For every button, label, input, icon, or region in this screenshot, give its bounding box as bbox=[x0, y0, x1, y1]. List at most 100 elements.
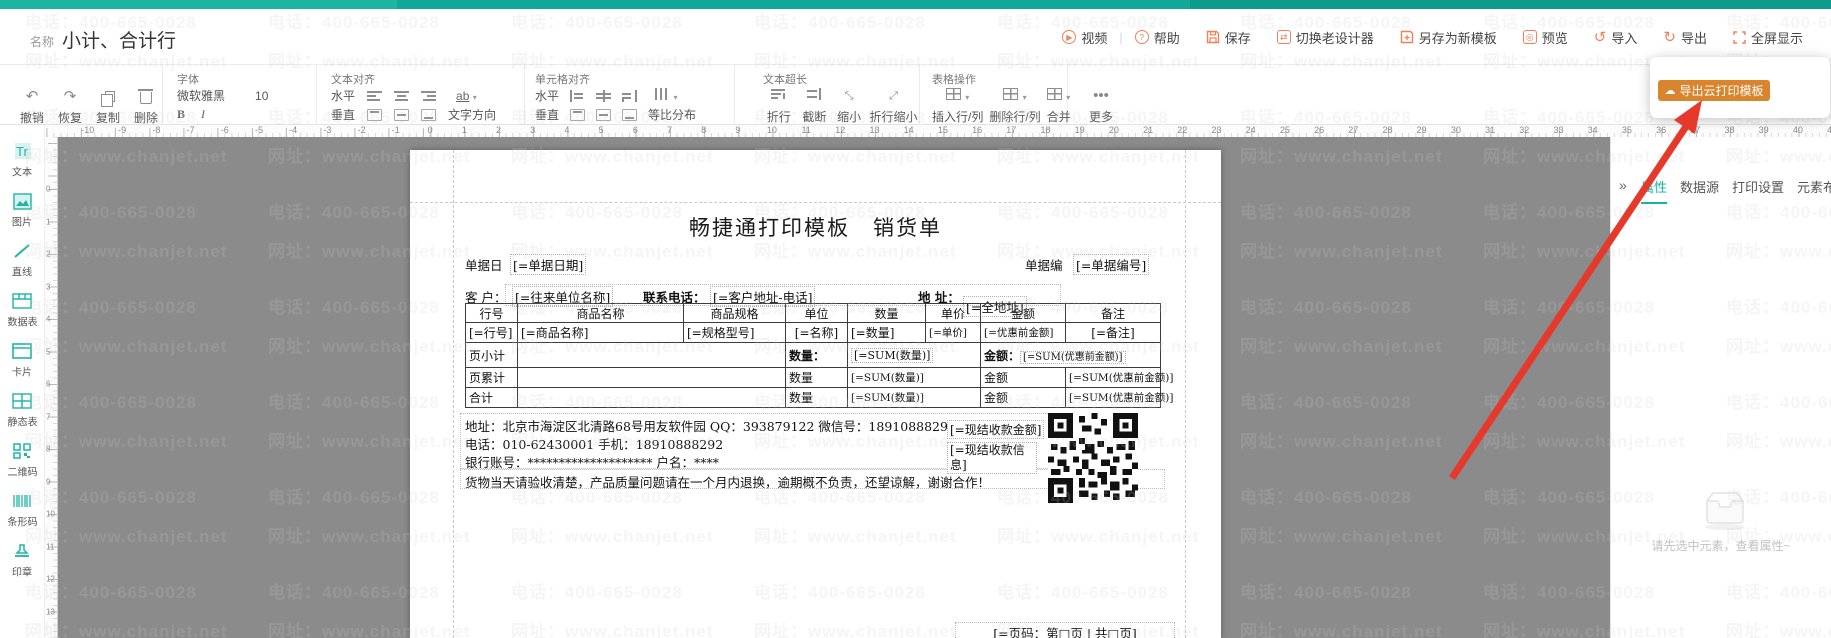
wrap-shrink-button[interactable]: ⤢ 折行缩小 bbox=[868, 86, 919, 125]
toolbar: ↶ ↷ 撤销 恢复 复制 删除 字体 微软雅黑 10 B I 文本对齐 水平 a… bbox=[0, 65, 1831, 125]
save-button[interactable]: 保存 bbox=[1206, 28, 1251, 47]
switch-designer-button[interactable]: ⇄ 切换老设计器 bbox=[1276, 28, 1374, 47]
fullscreen-button[interactable]: 全屏显示 bbox=[1733, 28, 1803, 47]
info-line-phone[interactable]: 电话：010-62430001 手机：18910888292 bbox=[465, 434, 723, 453]
qr-code[interactable] bbox=[1048, 413, 1138, 503]
clipboard-group: ↶ ↷ 撤销 恢复 复制 删除 bbox=[0, 65, 163, 126]
table-ops-title: 表格操作 bbox=[932, 74, 976, 86]
delete-label[interactable]: 删除 bbox=[134, 109, 158, 126]
notice-line[interactable]: 货物当天请验收清楚，产品质量问题请在一个月内退换，逾期概不负责，还望谅解，谢谢合… bbox=[465, 472, 990, 491]
undo-button[interactable]: ↶ bbox=[16, 87, 48, 107]
font-family-select[interactable]: 微软雅黑 bbox=[177, 87, 225, 104]
grand-total-row[interactable]: 合计 数量 [=SUM(数量)] 金额 [=SUM(优惠前金额)] bbox=[465, 387, 1173, 408]
template-page[interactable]: 畅捷通打印模板 销货单 单据日 [=单据日期] 单据编 [=单据编号] 客 户：… bbox=[410, 150, 1221, 638]
cell-align-center-icon[interactable] bbox=[596, 89, 612, 102]
insert-row-col-button[interactable]: ▾ 插入行/列 bbox=[932, 86, 983, 125]
redo-button[interactable]: ↷ bbox=[54, 87, 86, 107]
export-cloud-template-button[interactable]: ☁ 导出云打印模板 bbox=[1658, 80, 1770, 101]
table-header-row[interactable]: 行号 商品名称 商品规格 单位 数量 单价 金额 备注 bbox=[465, 303, 1161, 323]
card-icon bbox=[11, 341, 33, 361]
text-direction-button[interactable]: 文字方向 bbox=[448, 106, 496, 123]
empty-state-text: 请先选中元素，查看属性~ bbox=[1651, 539, 1791, 553]
truncate-button[interactable]: 截断 bbox=[799, 86, 831, 125]
doc-no-field[interactable]: [=单据编号] bbox=[1073, 254, 1150, 275]
cash-info-field[interactable]: [=现结收款信息] bbox=[947, 442, 1037, 474]
tool-stamp[interactable]: 印章 bbox=[11, 541, 33, 580]
tool-static-table[interactable]: 静态表 bbox=[6, 391, 39, 430]
cell-valign-top-icon[interactable] bbox=[570, 108, 586, 121]
tab-data-source[interactable]: 数据源 bbox=[1680, 177, 1719, 204]
delete-row-col-button[interactable]: ▾ 删除行/列 bbox=[989, 86, 1041, 125]
redo-label[interactable]: 恢复 bbox=[58, 109, 82, 126]
copy-icon bbox=[100, 91, 115, 107]
font-size-select[interactable]: 10 bbox=[255, 89, 268, 103]
valign-bottom-icon[interactable] bbox=[421, 108, 437, 121]
cell-valign-middle-icon[interactable] bbox=[596, 108, 612, 121]
tab-properties[interactable]: 属性 bbox=[1641, 177, 1668, 204]
save-as-new-button[interactable]: 另存为新模板 bbox=[1400, 28, 1497, 47]
table-data-row[interactable]: [=行号] [=商品名称] [=规格型号] [=名称] [=数量] [=单价] [=优… bbox=[465, 322, 1161, 343]
text-align-group: 文本对齐 水平 ab ▾ 垂直 文字方向 bbox=[317, 65, 525, 124]
align-left-icon[interactable] bbox=[367, 89, 383, 102]
fullscreen-icon bbox=[1733, 30, 1746, 44]
cell-align-h-label: 水平 bbox=[535, 89, 560, 103]
valign-top-icon[interactable] bbox=[367, 108, 383, 121]
export-button[interactable]: ↻ 导出 bbox=[1663, 28, 1707, 47]
cash-amount-field[interactable]: [=现结收款金额] bbox=[947, 420, 1045, 439]
collapse-panel-icon[interactable]: » bbox=[1619, 177, 1627, 193]
bold-button[interactable]: B bbox=[177, 107, 185, 122]
distribute-label[interactable]: 等比分布 bbox=[648, 106, 696, 123]
doc-no-label[interactable]: 单据编 bbox=[1025, 255, 1063, 274]
undo-label[interactable]: 撤销 bbox=[20, 109, 44, 126]
save-icon bbox=[1206, 30, 1219, 44]
properties-panel: » 属性 数据源 打印设置 元素布局 请先选中元素，查看属性~ bbox=[1610, 137, 1831, 638]
tab-element-layout[interactable]: 元素布局 bbox=[1797, 177, 1831, 204]
video-button[interactable]: ▶ 视频 bbox=[1062, 28, 1107, 47]
tool-barcode[interactable]: 条形码 bbox=[6, 491, 39, 530]
page-subtotal-row[interactable]: 页小计 数量： [=SUM(数量)] 金额： [=SUM(优惠前金额)] bbox=[465, 342, 1161, 368]
cell-valign-bottom-icon[interactable] bbox=[622, 108, 638, 121]
copy-label[interactable]: 复制 bbox=[96, 109, 120, 126]
tool-image[interactable]: 图片 bbox=[11, 191, 33, 230]
tool-qrcode[interactable]: 二维码 bbox=[6, 441, 39, 480]
align-right-icon[interactable] bbox=[421, 89, 437, 102]
shrink-button[interactable]: ⤡ 缩小 bbox=[834, 86, 864, 125]
cloud-icon: ☁ bbox=[1664, 85, 1676, 97]
wrap-button[interactable]: 折行 bbox=[763, 86, 795, 125]
page-number-field[interactable]: [=页码：第□页 | 共□页] bbox=[955, 622, 1175, 638]
date-label[interactable]: 单据日 bbox=[465, 255, 503, 274]
cell-align-left-icon[interactable] bbox=[570, 89, 586, 102]
cell-align-right-icon[interactable] bbox=[622, 89, 638, 102]
page-total-row[interactable]: 页累计 数量 [=SUM(数量)] 金额 [=SUM(优惠前金额)] bbox=[465, 367, 1173, 388]
items-table[interactable]: 行号 商品名称 商品规格 单位 数量 单价 金额 备注 [=行号] [=商品名称] [=规… bbox=[465, 303, 1173, 408]
doc-title[interactable]: 畅捷通打印模板 销货单 bbox=[410, 212, 1221, 242]
tool-line[interactable]: 直线 bbox=[11, 241, 33, 280]
tool-text[interactable]: Tr 文本 bbox=[11, 141, 33, 180]
import-button[interactable]: ↺ 导入 bbox=[1594, 28, 1638, 47]
table-ops-group: 表格操作 ▾ 插入行/列 ▾ 删除行/列 ▾ 合并 bbox=[920, 65, 1071, 125]
video-icon: ▶ bbox=[1062, 30, 1077, 44]
date-field[interactable]: [=单据日期] bbox=[510, 254, 587, 275]
template-name: 小计、合计行 bbox=[62, 31, 177, 52]
tool-card[interactable]: 卡片 bbox=[11, 341, 33, 380]
delete-button[interactable] bbox=[130, 89, 162, 104]
cell-align-group: 单元格对齐 水平 ▾ 垂直 等比分布 bbox=[525, 65, 735, 124]
font-group: 字体 微软雅黑 10 B I bbox=[163, 65, 317, 124]
tab-print-settings[interactable]: 打印设置 bbox=[1732, 177, 1784, 204]
text-rotate-button[interactable]: ab ▾ bbox=[456, 89, 477, 103]
save-as-icon bbox=[1400, 30, 1413, 44]
info-line-address[interactable]: 地址：北京市海淀区北清路68号用友软件园 QQ：393879122 微信号：18… bbox=[465, 416, 956, 435]
margin-guide-top bbox=[410, 202, 1221, 203]
design-canvas[interactable]: 0 1 2 3 4 5 6 7 8 9 10 11 12 13 畅捷通打印模板 销货单 单据日 [=单据日… bbox=[45, 137, 1610, 638]
more-button[interactable]: ••• 更多 bbox=[1086, 86, 1116, 125]
italic-button[interactable]: I bbox=[201, 107, 205, 122]
help-button[interactable]: ? 帮助 bbox=[1134, 28, 1180, 47]
distribute-cols-button[interactable]: ▾ bbox=[654, 87, 677, 105]
align-center-icon[interactable] bbox=[394, 89, 410, 102]
valign-middle-icon[interactable] bbox=[394, 108, 410, 121]
tool-data-table[interactable]: 数据表 bbox=[6, 291, 39, 330]
more-group: ••• 更多 bbox=[1068, 65, 1138, 124]
header-bar: 名称 小计、合计行 ▶ 视频 | ? 帮助 保存 ⇄ 切换老设计器 另存为新模板 ◎ 预… bbox=[0, 9, 1831, 65]
preview-button[interactable]: ◎ 预览 bbox=[1522, 28, 1568, 47]
copy-button[interactable] bbox=[92, 91, 124, 107]
